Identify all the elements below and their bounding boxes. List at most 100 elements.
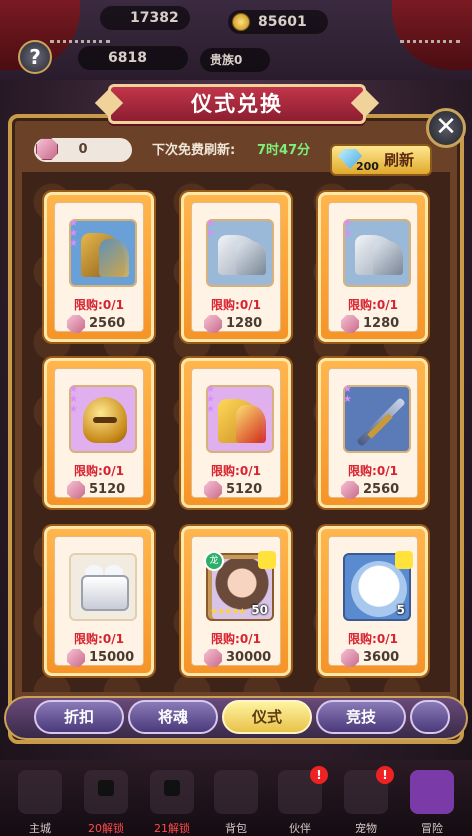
curtain-right (392, 0, 472, 70)
purchase-limit: 限购:0/1 (74, 632, 124, 646)
item-price: 5120 (226, 482, 263, 497)
nav-pet[interactable]: ! 宠物 (336, 766, 396, 836)
gold-pill[interactable]: 85601 (228, 10, 328, 34)
puzzle-piece-icon (258, 551, 276, 569)
help-button[interactable]: ? (18, 40, 52, 74)
alert-badge: ! (376, 766, 394, 784)
rarity-stars: ★ ★ (343, 384, 352, 405)
shop-item-card[interactable]: ★ ★ 限购:0/1 1280 (181, 192, 291, 342)
pet-portrait-icon: 5 (343, 551, 413, 621)
gold-helmet-icon (69, 385, 137, 453)
nav-main-city[interactable]: 主城 (10, 770, 70, 836)
gold-boots-icon (69, 219, 137, 287)
price-gem-icon (204, 315, 222, 333)
purchase-limit: 限购:0/1 (348, 298, 398, 312)
close-button[interactable]: ✕ (426, 108, 466, 148)
item-price: 2560 (89, 316, 126, 331)
shop-item-card[interactable]: ★ ★ ★ 限购:0/1 2560 (44, 192, 154, 342)
hud-stat-pill: 17382 (100, 6, 190, 30)
hud-stat-value: 17382 (130, 10, 179, 26)
card-inner: ★ ★ 限购:0/1 1280 (328, 202, 418, 333)
shop-item-card[interactable]: 龙 ★★★★★ 50 限购:0/1 30000 (181, 526, 291, 676)
rarity-stars: ★ ★ ★ (69, 218, 78, 249)
element-badge: 龙 (204, 551, 224, 571)
power-pill: 6818 (78, 46, 188, 70)
card-inner: 限购:0/1 15000 (54, 536, 144, 667)
chain-decoration (400, 40, 460, 46)
card-inner: ★ ★ ★ 限购:0/1 5120 (54, 368, 144, 499)
purchase-limit: 限购:0/1 (348, 632, 398, 646)
tab-arena[interactable]: 竞技 (316, 700, 406, 734)
item-price: 30000 (226, 650, 272, 665)
tab-more[interactable] (410, 700, 450, 734)
rarity-stars: ★ ★ ★ (206, 384, 215, 415)
card-inner: ★ ★ 限购:0/1 1280 (191, 202, 281, 333)
shop-item-card[interactable]: ★ ★ 限购:0/1 1280 (318, 192, 428, 342)
nav-label: 冒险 (421, 822, 443, 835)
gold-boots-icon (206, 385, 274, 453)
shop-item-card[interactable]: ★ ★ 限购:0/1 2560 (318, 358, 428, 508)
shop-item-card[interactable]: 限购:0/1 15000 (44, 526, 154, 676)
item-price: 3600 (363, 650, 400, 665)
castle-icon (18, 770, 62, 814)
price-gem-icon (67, 315, 85, 333)
card-inner: ★ ★ 限购:0/1 2560 (328, 368, 418, 499)
refresh-label: 下次免费刷新: (152, 143, 236, 158)
tab-discount[interactable]: 折扣 (34, 700, 124, 734)
nav-backpack[interactable]: 背包 (206, 770, 266, 836)
rarity-stars: ★ ★ ★ (69, 384, 78, 415)
nav-label: 宠物 (355, 822, 377, 835)
sword-icon (343, 385, 411, 453)
silver-chest-icon (69, 553, 137, 621)
price-gem-icon (341, 481, 359, 499)
item-price: 2560 (363, 482, 400, 497)
nav-adventure[interactable]: 冒险 (402, 770, 462, 836)
power-value: 6818 (108, 50, 147, 66)
item-price: 1280 (363, 316, 400, 331)
shop-item-card[interactable]: ★ ★ ★ 限购:0/1 5120 (44, 358, 154, 508)
card-inner: ★ ★ ★ 限购:0/1 5120 (191, 368, 281, 499)
nav-locked-21[interactable]: 21解锁 (142, 770, 202, 836)
nav-locked-20[interactable]: 20解锁 (76, 770, 136, 836)
price-gem-icon (341, 649, 359, 667)
silver-boots-icon (206, 219, 274, 287)
silver-boots-icon (343, 219, 411, 287)
price-gem-icon (67, 481, 85, 499)
page-title: 仪式兑换 (108, 84, 366, 124)
nav-label: 主城 (29, 822, 51, 835)
shop-item-card[interactable]: 5 限购:0/1 3600 (318, 526, 428, 676)
puzzle-piece-icon (395, 551, 413, 569)
tab-soul[interactable]: 将魂 (128, 700, 218, 734)
refresh-button[interactable]: 200 刷新 (330, 144, 432, 176)
card-inner: 龙 ★★★★★ 50 限购:0/1 30000 (191, 536, 281, 667)
shop-item-card[interactable]: ★ ★ ★ 限购:0/1 5120 (181, 358, 291, 508)
rank-value: 贵族0 (210, 53, 243, 67)
nav-partner[interactable]: ! 伙伴 (270, 766, 330, 836)
gold-value: 85601 (258, 14, 307, 30)
item-price: 5120 (89, 482, 126, 497)
rank-pill[interactable]: 贵族0 (200, 48, 270, 72)
refresh-button-label: 刷新 (384, 151, 415, 169)
lock-icon (164, 780, 180, 796)
tab-ritual[interactable]: 仪式 (222, 700, 312, 734)
refresh-timer: 7时47分 (257, 143, 311, 158)
purchase-limit: 限购:0/1 (211, 632, 261, 646)
card-inner: ★ ★ ★ 限购:0/1 2560 (54, 202, 144, 333)
card-inner: 5 限购:0/1 3600 (328, 536, 418, 667)
backpack-icon (214, 770, 258, 814)
rarity-stars: ★ ★ (206, 218, 215, 239)
chain-decoration (50, 40, 110, 46)
nav-label: 伙伴 (289, 822, 311, 835)
price-gem-icon (67, 649, 85, 667)
refresh-cost: 200 (356, 160, 379, 173)
price-gem-icon (204, 649, 222, 667)
ritual-gem-icon (36, 138, 58, 160)
hero-stars: ★★★★★ (210, 607, 246, 617)
hero-portrait-icon: 龙 ★★★★★ 50 (204, 551, 276, 621)
purchase-limit: 限购:0/1 (211, 464, 261, 478)
rarity-stars: ★ ★ (343, 218, 352, 239)
nav-label: 20解锁 (88, 822, 124, 835)
purchase-limit: 限购:0/1 (211, 298, 261, 312)
price-gem-icon (204, 481, 222, 499)
lock-icon (98, 780, 114, 796)
